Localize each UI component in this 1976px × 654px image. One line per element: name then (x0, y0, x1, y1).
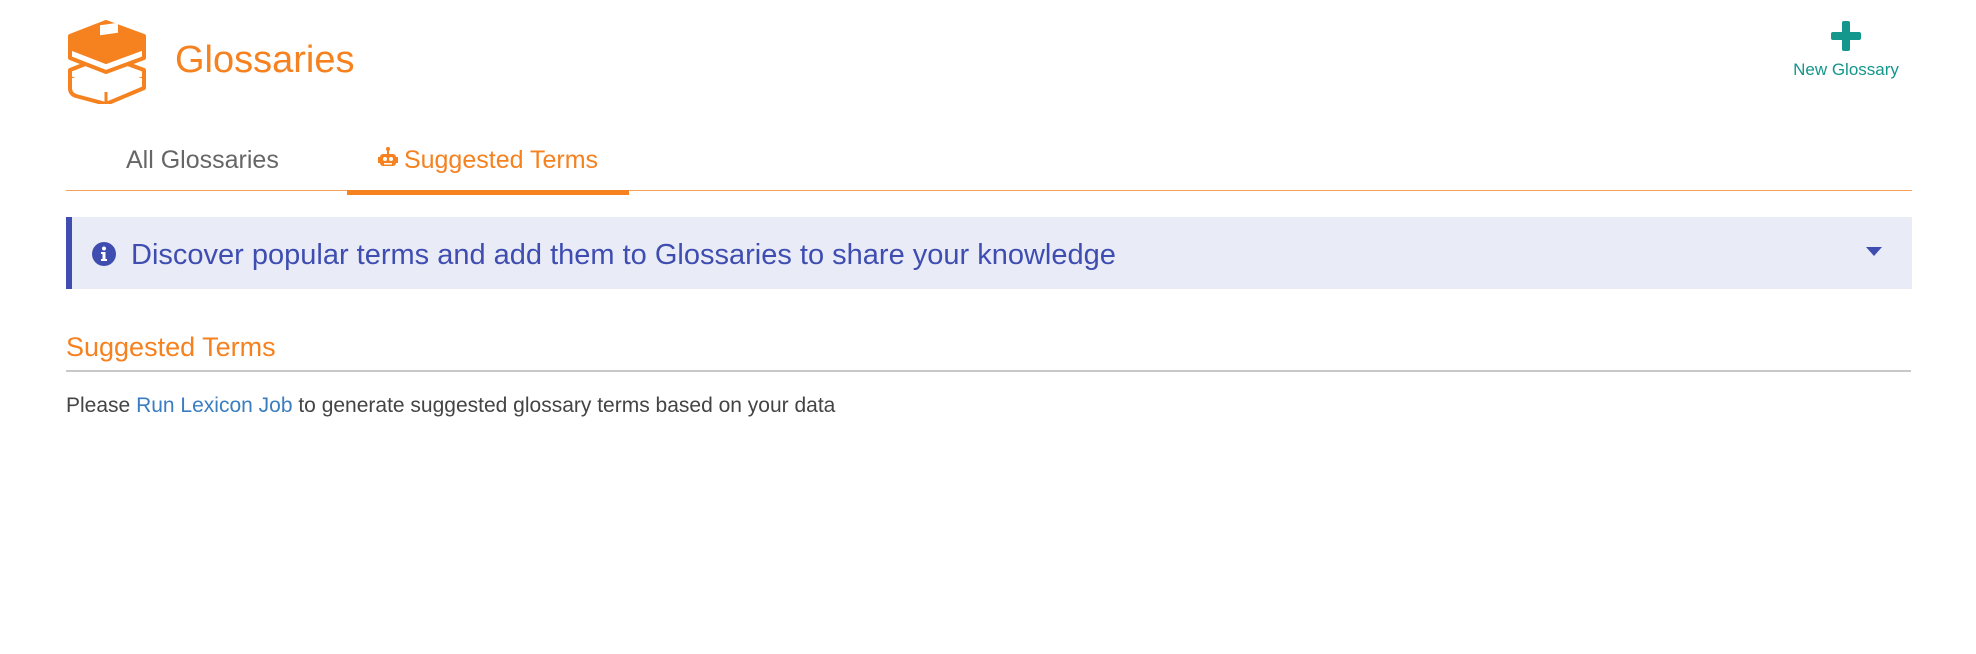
message-suffix: to generate suggested glossary terms bas… (298, 394, 836, 417)
new-glossary-button[interactable]: New Glossary (1781, 18, 1911, 88)
page-header: Glossaries New Glossary (66, 18, 1911, 108)
tab-suggested-terms[interactable]: Suggested Terms (347, 125, 629, 195)
books-stack-icon (68, 20, 146, 104)
info-banner-text: Discover popular terms and add them to G… (131, 239, 1116, 271)
message-prefix: Please (66, 394, 131, 417)
plus-icon (1831, 21, 1861, 51)
tab-label: Suggested Terms (403, 146, 599, 174)
robot-icon (377, 147, 398, 166)
tab-bar: All Glossaries Suggested Terms (66, 125, 1912, 195)
new-glossary-label: New Glossary (1793, 60, 1899, 79)
tab-all-glossaries[interactable]: All Glossaries (126, 125, 279, 190)
info-banner[interactable]: Discover popular terms and add them to G… (66, 217, 1912, 289)
caret-down-icon[interactable] (1866, 247, 1882, 257)
run-lexicon-job-link[interactable]: Run Lexicon Job (136, 394, 292, 417)
page-title: Glossaries (175, 39, 355, 81)
tab-label: All Glossaries (126, 146, 279, 174)
section-title: Suggested Terms (66, 330, 1911, 372)
info-circle-icon (92, 242, 116, 266)
empty-state-message: Please Run Lexicon Job to generate sugge… (66, 393, 835, 419)
